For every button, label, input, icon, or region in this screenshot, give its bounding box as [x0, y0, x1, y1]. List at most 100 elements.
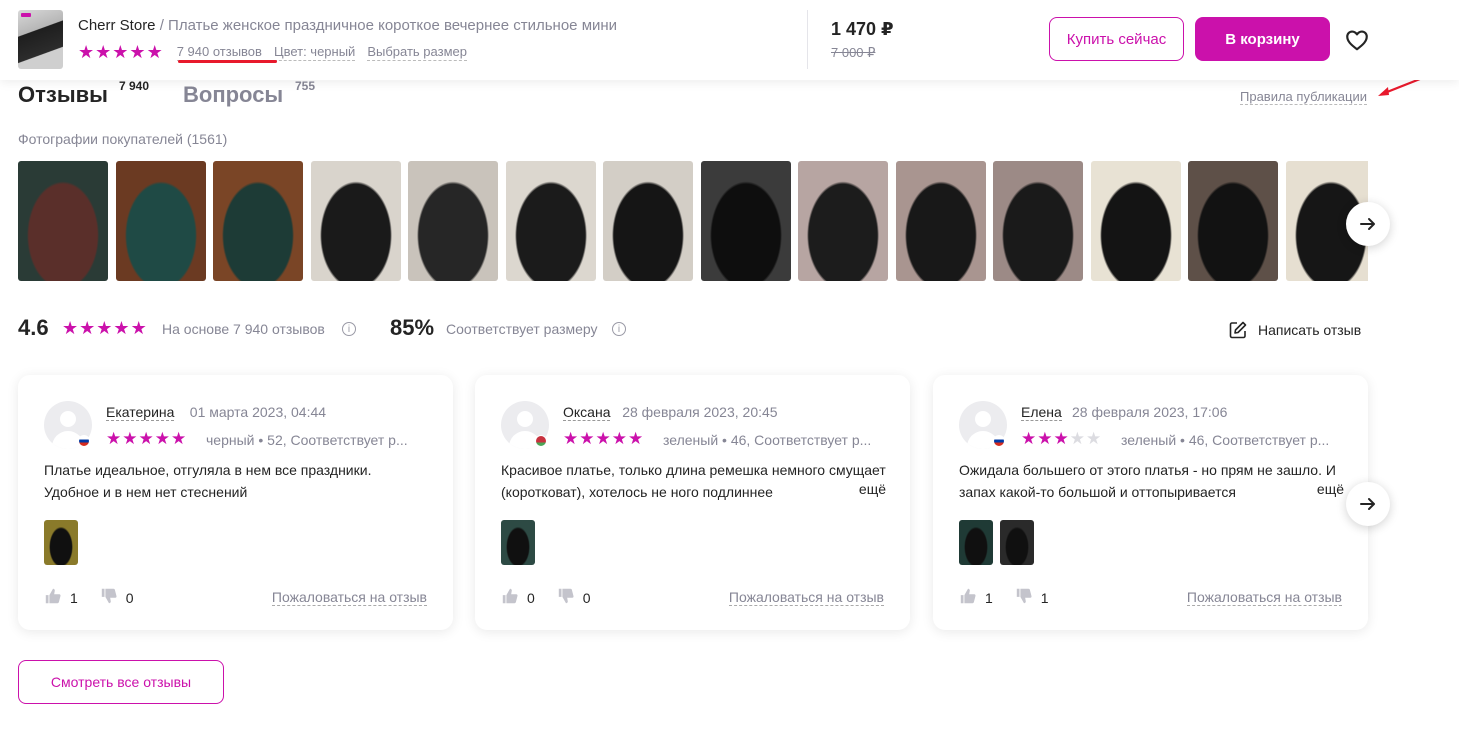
- like-count: 1: [70, 589, 78, 606]
- country-flag-icon: [993, 435, 1005, 447]
- customer-photo[interactable]: [603, 161, 693, 281]
- star-icon: ★: [171, 429, 187, 448]
- arrow-right-icon: [1360, 218, 1375, 230]
- heart-icon[interactable]: [1344, 27, 1370, 53]
- tab-questions[interactable]: Вопросы: [183, 82, 283, 108]
- customer-photo[interactable]: [408, 161, 498, 281]
- star-icon: ★: [79, 318, 96, 338]
- review-text: Красивое платье, только длина ремешка не…: [501, 462, 886, 500]
- like-button[interactable]: [44, 587, 62, 608]
- star-icon: ★: [563, 429, 579, 448]
- thumbs-up-icon: [502, 588, 518, 604]
- read-more-link[interactable]: ещё: [1294, 481, 1344, 497]
- info-icon[interactable]: i: [612, 322, 626, 336]
- customer-photos-strip: [18, 161, 1368, 281]
- reviews-count-link[interactable]: 7 940 отзывов: [176, 44, 262, 61]
- arrow-right-icon: [1360, 498, 1375, 510]
- review-meta: зеленый • 46, Соответствует р...: [663, 432, 872, 448]
- star-icon: ★: [1069, 429, 1085, 448]
- product-title-line: Cherr Store / Платье женское праздничное…: [78, 17, 618, 34]
- dislike-button[interactable]: [100, 587, 118, 608]
- like-count: 1: [985, 589, 993, 606]
- store-name[interactable]: Cherr Store: [78, 17, 156, 34]
- review-photo[interactable]: [959, 520, 993, 565]
- fit-percent: 85%: [390, 315, 435, 340]
- star-icon: ★: [1021, 429, 1037, 448]
- star-icon: ★: [78, 42, 95, 62]
- review-votes: 10: [44, 587, 156, 608]
- review-card: Оксана 28 февраля 2023, 20:45 ★ ★ ★ ★ ★ зеленый…: [475, 375, 910, 630]
- product-title: Платье женское праздничное короткое вече…: [168, 17, 618, 34]
- reviewer-name[interactable]: Оксана: [563, 404, 611, 421]
- thumbs-down-icon: [1016, 588, 1032, 604]
- like-button[interactable]: [959, 587, 977, 608]
- annotation-underline: [178, 60, 277, 63]
- customer-photo[interactable]: [18, 161, 108, 281]
- review-meta: черный • 52, Соответствует р...: [206, 432, 408, 448]
- country-flag-icon: [78, 435, 90, 447]
- star-icon: ★: [113, 318, 130, 338]
- star-icon: ★: [138, 429, 154, 448]
- star-icon: ★: [1086, 429, 1102, 448]
- customer-photo[interactable]: [700, 161, 791, 281]
- read-more-link[interactable]: ещё: [836, 481, 886, 497]
- customer-photo[interactable]: [895, 161, 986, 281]
- photos-next-button[interactable]: [1346, 202, 1390, 246]
- star-icon: ★: [579, 429, 595, 448]
- reviews-next-button[interactable]: [1346, 482, 1390, 526]
- color-link[interactable]: Цвет: черный: [273, 44, 356, 61]
- report-review-link[interactable]: Пожаловаться на отзыв: [1186, 589, 1342, 606]
- average-rating: 4.6: [18, 315, 49, 340]
- dislike-button[interactable]: [1015, 587, 1033, 608]
- review-text: Ожидала большего от этого платья - но пр…: [959, 462, 1336, 500]
- review-photo[interactable]: [1000, 520, 1034, 565]
- customer-photo[interactable]: [310, 161, 401, 281]
- like-button[interactable]: [501, 587, 519, 608]
- dislike-count: 0: [125, 589, 134, 606]
- add-to-cart-button[interactable]: В корзину: [1195, 17, 1330, 61]
- star-icon: ★: [154, 429, 170, 448]
- customer-photo[interactable]: [505, 161, 596, 281]
- tab-reviews-count: 7 940: [119, 79, 150, 93]
- star-icon: ★: [1053, 429, 1069, 448]
- star-icon: ★: [595, 429, 611, 448]
- thumbs-up-icon: [45, 588, 61, 604]
- size-select-link[interactable]: Выбрать размер: [367, 44, 467, 61]
- customer-photo[interactable]: [993, 161, 1083, 281]
- review-rating-stars: ★ ★ ★ ★ ★: [563, 430, 643, 448]
- reviewer-name[interactable]: Елена: [1021, 404, 1062, 421]
- report-review-link[interactable]: Пожаловаться на отзыв: [271, 589, 427, 606]
- product-thumbnail[interactable]: [18, 10, 63, 69]
- publication-rules-link[interactable]: Правила публикации: [1240, 89, 1367, 105]
- customer-photo[interactable]: [1090, 161, 1181, 281]
- star-icon: ★: [122, 429, 138, 448]
- star-icon: ★: [62, 318, 79, 338]
- buy-now-button[interactable]: Купить сейчас: [1049, 17, 1184, 61]
- show-all-reviews-button[interactable]: Смотреть все отзывы: [18, 660, 224, 704]
- tab-reviews[interactable]: Отзывы: [18, 82, 108, 108]
- star-icon: ★: [95, 42, 112, 62]
- country-flag-icon: [535, 435, 547, 447]
- review-photo[interactable]: [44, 520, 78, 565]
- review-date: 01 марта 2023, 04:44: [189, 404, 327, 420]
- review-card: Екатерина 01 марта 2023, 04:44 ★ ★ ★ ★ ★ черный…: [18, 375, 453, 630]
- customer-photo[interactable]: [1188, 161, 1278, 281]
- review-photo[interactable]: [501, 520, 535, 565]
- star-icon: ★: [112, 42, 129, 62]
- summary-rating-stars: ★ ★ ★ ★ ★: [62, 319, 147, 337]
- fit-text: Соответствует размеру: [446, 321, 598, 337]
- review-date: 28 февраля 2023, 20:45: [622, 404, 778, 420]
- dislike-count: 1: [1040, 589, 1049, 606]
- dislike-button[interactable]: [557, 587, 575, 608]
- info-icon[interactable]: i: [342, 322, 356, 336]
- star-icon: ★: [129, 42, 146, 62]
- reviewer-name[interactable]: Екатерина: [106, 404, 175, 421]
- customer-photo[interactable]: [213, 161, 303, 281]
- customer-photo[interactable]: [798, 161, 888, 281]
- star-icon: ★: [628, 429, 644, 448]
- customer-photos-label: Фотографии покупателей (1561): [18, 131, 228, 147]
- write-review-button[interactable]: Написать отзыв: [1228, 320, 1361, 340]
- dislike-count: 0: [582, 589, 591, 606]
- report-review-link[interactable]: Пожаловаться на отзыв: [728, 589, 884, 606]
- customer-photo[interactable]: [115, 161, 206, 281]
